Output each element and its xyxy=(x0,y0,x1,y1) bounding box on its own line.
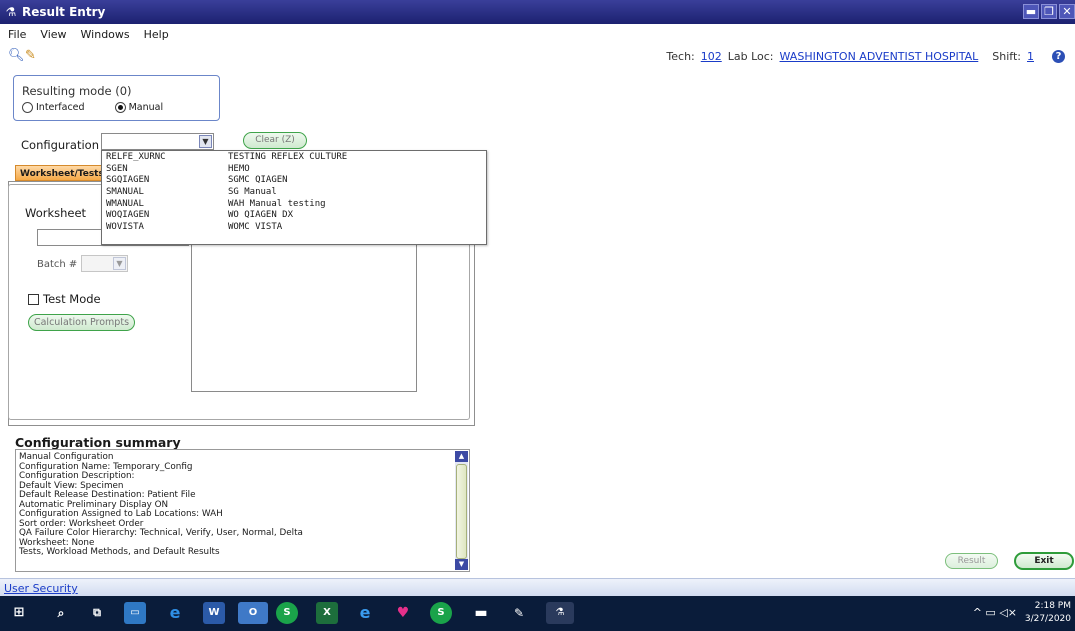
dropdown-item-name: WAH Manual testing xyxy=(228,198,326,209)
dropdown-item[interactable]: WOVISTA WOMC VISTA xyxy=(102,222,486,234)
tab-worksheet-tests[interactable]: Worksheet/Tests xyxy=(15,165,105,181)
dropdown-item[interactable]: RELFE_XURNC TESTING REFLEX CULTURE xyxy=(102,152,486,164)
chevron-down-icon[interactable]: ▼ xyxy=(199,135,212,148)
resulting-mode-group: Resulting mode (0) Interfaced Manual xyxy=(13,75,220,121)
lab-label: Lab Loc: xyxy=(727,50,774,63)
radio-selected-icon[interactable] xyxy=(114,102,126,113)
clock[interactable]: 2:18 PM 3/27/2020 xyxy=(1025,600,1071,626)
tests-list-box[interactable] xyxy=(191,244,417,392)
clear-button[interactable]: Clear (Z) xyxy=(243,132,307,149)
batch-select[interactable]: ▼ xyxy=(81,255,128,272)
clock-time: 2:18 PM xyxy=(1034,601,1071,611)
word-icon[interactable]: W xyxy=(203,602,225,624)
title-bar: ⚗ Result Entry ▬ ❐ ✕ xyxy=(0,0,1075,24)
shift-link[interactable]: 1 xyxy=(1027,50,1034,63)
batch-label: Batch # xyxy=(37,259,78,270)
dropdown-item-code: SGQIAGEN xyxy=(106,175,150,186)
radio-interfaced-label: Interfaced xyxy=(36,102,85,113)
dropdown-item[interactable]: WOQIAGEN WO QIAGEN DX xyxy=(102,210,486,222)
scroll-up-icon[interactable]: ▲ xyxy=(455,451,468,462)
maps-icon[interactable]: ♥ xyxy=(392,602,414,624)
taskbar: ⊞ ⌕ ⧉ ▭ e W O S X e ♥ S ▬ ✎ ⚗ ^ ▭ ◁× 2:1… xyxy=(0,596,1075,631)
paint-icon[interactable]: ✎ xyxy=(508,602,530,624)
edge-icon[interactable]: e xyxy=(164,602,186,624)
beaker-icon: ⚗ xyxy=(5,5,17,19)
summary-text: Manual Configuration Configuration Name:… xyxy=(19,452,459,558)
resulting-mode-title: Resulting mode (0) xyxy=(22,84,132,98)
dropdown-item-name: TESTING REFLEX CULTURE xyxy=(228,152,348,162)
task-view-icon[interactable]: ⧉ xyxy=(86,602,108,624)
dropdown-item-code: WOVISTA xyxy=(106,222,144,233)
result-button[interactable]: Result xyxy=(945,553,998,569)
dropdown-item[interactable]: SGQIAGEN SGMC QIAGEN xyxy=(102,175,486,187)
dropdown-item-code: SGEN xyxy=(106,163,128,174)
system-tray-icons[interactable]: ^ ▭ ◁× xyxy=(973,606,1017,619)
scroll-down-icon[interactable]: ▼ xyxy=(455,559,468,570)
search-icon[interactable]: 🔍︎ xyxy=(8,49,25,63)
configuration-summary-title: Configuration summary xyxy=(15,435,181,450)
dropdown-item-name: SGMC QIAGEN xyxy=(228,175,288,186)
app-s-icon[interactable]: S xyxy=(276,602,298,624)
chevron-down-icon[interactable]: ▼ xyxy=(113,257,126,270)
windows-start-icon[interactable]: ⊞ xyxy=(8,602,30,624)
dropdown-item-name: WOMC VISTA xyxy=(228,222,283,233)
configuration-select[interactable]: ▼ xyxy=(101,133,214,150)
mail-icon[interactable]: ▬ xyxy=(470,602,492,624)
test-mode-label: Test Mode xyxy=(43,292,101,306)
configuration-summary-box[interactable]: Manual Configuration Configuration Name:… xyxy=(15,449,470,572)
search-icon[interactable]: ⌕ xyxy=(50,602,72,624)
tech-info: Tech: 102 Lab Loc: WASHINGTON ADVENTIST … xyxy=(666,50,1065,63)
radio-manual[interactable]: Manual xyxy=(114,102,164,113)
summary-line: Tests, Workload Methods, and Default Res… xyxy=(19,547,220,557)
menu-file[interactable]: File xyxy=(8,28,26,41)
minimize-button[interactable]: ▬ xyxy=(1023,4,1039,19)
menu-bar: File View Windows Help xyxy=(0,24,1075,44)
window-title: Result Entry xyxy=(22,5,106,19)
menu-help[interactable]: Help xyxy=(144,28,169,41)
dropdown-item-code: WMANUAL xyxy=(106,198,144,209)
dropdown-item-code: WOQIAGEN xyxy=(106,210,150,221)
window-controls: ▬ ❐ ✕ xyxy=(1023,4,1075,19)
dropdown-item-name: WO QIAGEN DX xyxy=(228,210,294,221)
calculation-prompts-button[interactable]: Calculation Prompts xyxy=(28,314,135,331)
configuration-label: Configuration xyxy=(21,138,99,152)
dropdown-item-code: SMANUAL xyxy=(106,187,144,198)
outlook-icon[interactable]: O xyxy=(238,602,268,624)
menu-view[interactable]: View xyxy=(40,28,66,41)
close-button[interactable]: ✕ xyxy=(1059,4,1075,19)
help-icon[interactable]: ? xyxy=(1052,50,1065,63)
menu-windows[interactable]: Windows xyxy=(81,28,130,41)
dropdown-item[interactable]: SGEN HEMO xyxy=(102,164,486,176)
radio-circle-icon[interactable] xyxy=(22,102,33,113)
dropdown-item[interactable]: SMANUAL SG Manual xyxy=(102,187,486,199)
summary-scrollbar[interactable]: ▲ ▼ xyxy=(455,451,468,570)
exit-button[interactable]: Exit xyxy=(1014,552,1074,570)
configuration-dropdown-list[interactable]: RELFE_XURNC TESTING REFLEX CULTURE SGEN HE… xyxy=(101,150,487,245)
tech-label: Tech: xyxy=(666,50,695,63)
worksheet-label: Worksheet xyxy=(25,206,87,220)
restore-button[interactable]: ❐ xyxy=(1041,4,1057,19)
ie-icon[interactable]: e xyxy=(354,602,376,624)
dropdown-item-name: SG Manual xyxy=(228,187,277,198)
user-security-link[interactable]: User Security xyxy=(4,582,78,595)
test-mode-checkbox[interactable]: Test Mode xyxy=(28,292,101,306)
status-bar: User Security xyxy=(0,578,1075,596)
lab-app-icon[interactable]: ⚗ xyxy=(546,602,574,624)
radio-manual-label: Manual xyxy=(128,102,164,113)
dropdown-item-code: RELFE_XURNC xyxy=(106,152,166,162)
file-explorer-icon[interactable]: ▭ xyxy=(124,602,146,624)
checkbox-icon[interactable] xyxy=(28,293,39,305)
tech-link[interactable]: 102 xyxy=(701,50,722,63)
lab-location-link[interactable]: WASHINGTON ADVENTIST HOSPITAL xyxy=(780,50,979,63)
radio-interfaced[interactable]: Interfaced xyxy=(22,102,85,113)
dropdown-item[interactable]: WMANUAL WAH Manual testing xyxy=(102,199,486,211)
app-s2-icon[interactable]: S xyxy=(430,602,452,624)
excel-icon[interactable]: X xyxy=(316,602,338,624)
shift-label: Shift: xyxy=(992,50,1021,63)
edit-icon[interactable]: ✎ xyxy=(25,49,39,63)
dropdown-item-name: HEMO xyxy=(228,163,250,174)
clock-date: 3/27/2020 xyxy=(1024,614,1071,624)
scroll-thumb[interactable] xyxy=(456,464,467,559)
